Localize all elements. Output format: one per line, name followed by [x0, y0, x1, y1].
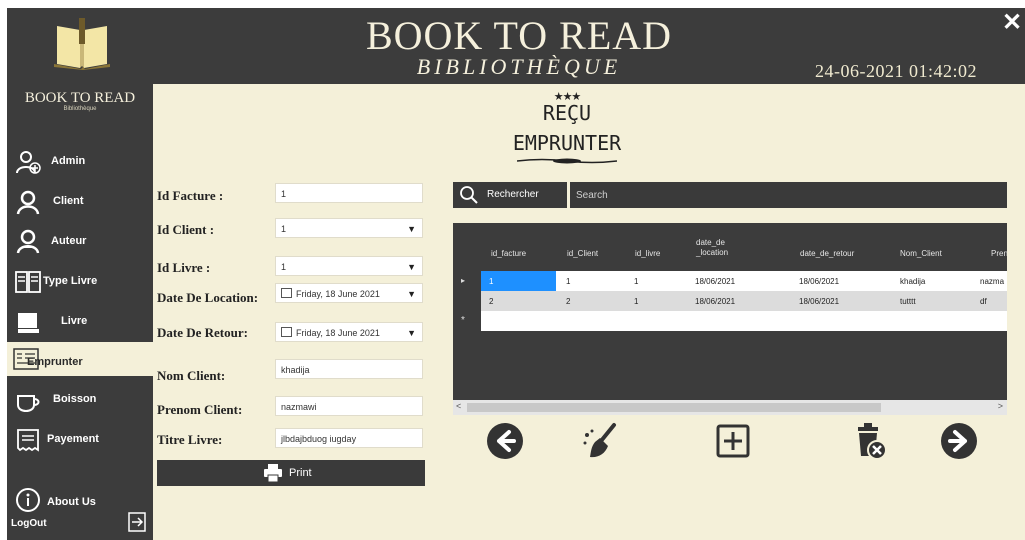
chevron-down-icon: ▼ [407, 224, 416, 234]
id-livre-label: Id Livre : [157, 260, 211, 275]
calendar-icon [281, 288, 292, 298]
chevron-down-icon: ▼ [407, 289, 416, 299]
chevron-down-icon: ▼ [407, 328, 416, 338]
table-cell[interactable]: 18/06/2021 [799, 277, 839, 286]
receipt-icon [17, 429, 39, 452]
sidebar-item-admin[interactable]: Admin [7, 144, 153, 180]
current-row-marker: ▸ [461, 276, 466, 285]
id-livre-select[interactable]: 1 ▼ [275, 256, 423, 276]
table-cell[interactable]: 18/06/2021 [799, 297, 839, 306]
nom-client-field[interactable]: khadija [275, 359, 423, 379]
title-bar: BOOK TO READ BIBLIOTHÈQUE 24-06-2021 01:… [7, 8, 1025, 84]
prenom-client-label: Prenom Client: [157, 402, 243, 417]
date-location-label: Date De Location: [157, 290, 259, 305]
book-types-icon [15, 271, 41, 293]
sidebar-item-livre[interactable]: Livre [7, 304, 153, 340]
table-cell[interactable]: 1 [634, 297, 638, 306]
search-input[interactable] [570, 182, 1007, 208]
sidebar: BOOK TO READ Bibliothèque Admin Client A… [7, 84, 153, 540]
table-cell[interactable]: nazma [980, 277, 1004, 286]
sidebar-item-type-livre[interactable]: Type Livre [7, 264, 153, 300]
arrow-left-icon[interactable] [485, 421, 525, 461]
app-subtitle: BIBLIOTHÈQUE [416, 54, 622, 79]
printer-icon [264, 464, 282, 482]
receipt-title: REÇU [542, 101, 592, 125]
cup-icon [17, 395, 40, 413]
flourish-divider [517, 158, 617, 164]
broom-icon[interactable] [581, 421, 621, 461]
chevron-down-icon: ▼ [407, 262, 416, 272]
prenom-client-field[interactable]: nazmawi [275, 396, 423, 416]
table-row[interactable] [481, 271, 1007, 291]
sidebar-item-label: Payement [47, 433, 99, 445]
table-cell[interactable]: 1 [634, 277, 638, 286]
author-icon [16, 229, 40, 254]
sidebar-item-payement[interactable]: Payement [7, 422, 153, 458]
nom-client-label: Nom Client: [157, 368, 226, 383]
book-icon [18, 313, 39, 333]
scroll-right-icon[interactable]: > [998, 401, 1003, 411]
id-facture-field[interactable]: 1 [275, 183, 423, 203]
date-retour-label: Date De Retour: [157, 325, 248, 340]
scroll-left-icon[interactable]: < [456, 401, 461, 411]
scrollbar-thumb[interactable] [467, 403, 881, 412]
table-cell[interactable]: 18/06/2021 [695, 277, 735, 286]
calendar-icon [281, 327, 292, 337]
id-facture-label: Id Facture : [157, 188, 224, 203]
horizontal-scrollbar[interactable]: < > [453, 400, 1007, 415]
arrow-right-icon[interactable] [939, 421, 979, 461]
info-icon [16, 488, 40, 512]
id-client-label: Id Client : [157, 222, 215, 237]
table-cell[interactable]: 2 [566, 297, 570, 306]
table-cell[interactable]: tutttt [900, 297, 916, 306]
close-button[interactable]: ✕ [1002, 11, 1022, 35]
table-cell[interactable]: 1 [566, 277, 570, 286]
date-location-picker[interactable]: Friday, 18 June 2021 ▼ [275, 283, 423, 303]
book-logo-icon [54, 18, 110, 70]
search-icon [460, 186, 478, 204]
table-cell[interactable]: df [980, 297, 987, 306]
sidebar-item-label: Auteur [51, 235, 87, 247]
logout-icon[interactable] [127, 512, 147, 532]
date-retour-picker[interactable]: Friday, 18 June 2021 ▼ [275, 322, 423, 342]
table-cell[interactable]: 1 [489, 277, 493, 286]
brand-name: BOOK TO READ [24, 90, 136, 106]
print-button[interactable]: Print [157, 460, 425, 486]
sidebar-item-label: Livre [61, 315, 88, 327]
sidebar-item-label: Admin [51, 155, 86, 167]
new-row[interactable] [481, 311, 1007, 331]
logout-link[interactable]: LogOut [11, 518, 47, 529]
user-icon [16, 190, 40, 215]
sidebar-item-label: About Us [47, 496, 96, 508]
datetime-display: 24-06-2021 01:42:02 [815, 61, 977, 81]
table-cell[interactable]: khadija [900, 277, 925, 286]
app-window: BOOK TO READ BIBLIOTHÈQUE 24-06-2021 01:… [7, 8, 1025, 540]
table-cell[interactable]: 2 [489, 297, 493, 306]
loans-table[interactable]: id_facture id_Client id_livre date_de _l… [453, 223, 1007, 415]
sidebar-item-label: Boisson [53, 393, 97, 405]
sidebar-item-label: Emprunter [27, 356, 83, 368]
app-title: BOOK TO READ [365, 13, 673, 58]
sidebar-item-client[interactable]: Client [7, 184, 153, 220]
titre-livre-field[interactable]: jlbdajbduog iugday [275, 428, 423, 448]
id-client-select[interactable]: 1 ▼ [275, 218, 423, 238]
brand-subtitle: Bibliothèque [63, 106, 97, 112]
receipt-subtitle: EMPRUNTER [512, 131, 622, 155]
sidebar-item-auteur[interactable]: Auteur [7, 224, 153, 260]
sidebar-item-emprunter[interactable]: Emprunter [7, 342, 153, 376]
table-row[interactable] [481, 291, 1007, 311]
new-row-marker: * [461, 315, 465, 326]
sidebar-item-boisson[interactable]: Boisson [7, 382, 153, 418]
titre-livre-label: Titre Livre: [157, 432, 223, 447]
add-user-icon [16, 151, 41, 174]
search-button[interactable]: Rechercher [453, 182, 567, 208]
column-header[interactable]: date_de _location [696, 238, 756, 272]
table-cell[interactable]: 18/06/2021 [695, 297, 735, 306]
sidebar-item-label: Type Livre [43, 275, 98, 287]
plus-icon[interactable] [713, 421, 753, 461]
trash-icon[interactable] [849, 421, 889, 461]
sidebar-item-label: Client [53, 195, 84, 207]
